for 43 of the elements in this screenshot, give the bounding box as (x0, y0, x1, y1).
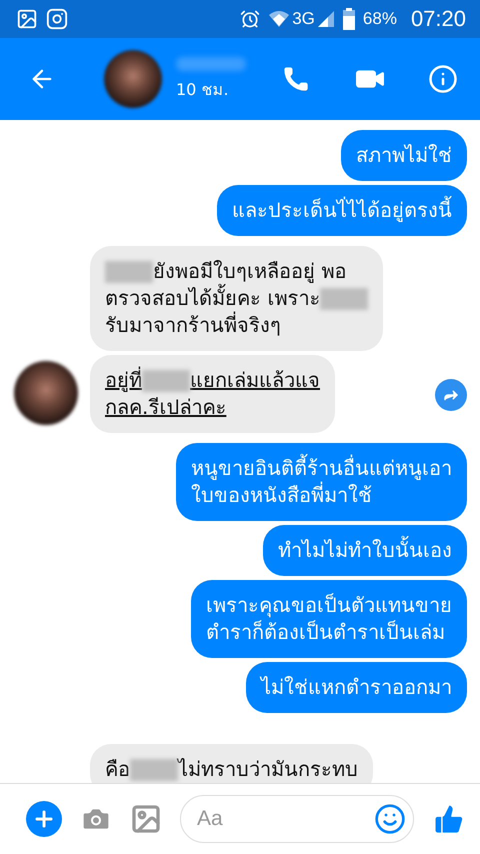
info-icon (428, 64, 458, 94)
alarm-icon (240, 9, 260, 29)
add-button[interactable] (26, 801, 62, 837)
contact-avatar[interactable] (14, 361, 78, 425)
call-button[interactable] (282, 65, 310, 93)
message-text: รับมาจากร้านพี่จริงๆ (105, 312, 281, 339)
message-text: ตรวจสอบได้มั้ยคะ เพราะ (105, 285, 320, 312)
blurred-name (176, 56, 246, 70)
battery-icon (342, 8, 355, 30)
message-text: หนูขายอินติตี้ร้านอื่นแต่หนูเอา (191, 455, 452, 482)
blurred-text (105, 260, 153, 282)
message-text: สภาพไม่ใช่ (356, 142, 452, 169)
message-text: เพราะคุณขอเป็นตัวแทนขาย (206, 592, 452, 619)
message-text: ไม่ใช่แหกตำราออกมา (261, 674, 452, 701)
instagram-icon (46, 8, 68, 30)
message-text: กลค.รีเปล่าคะ (105, 394, 226, 421)
last-active-time: 10 ชม. (176, 78, 230, 100)
image-icon (130, 803, 162, 835)
message-text: คือ (105, 756, 130, 783)
message-text: อยู่ที่ (105, 367, 142, 394)
message-field[interactable]: Aa (180, 795, 414, 843)
phone-icon (282, 65, 310, 93)
message-text: แยกเล่มแล้วแจ (190, 367, 320, 394)
blurred-text (142, 370, 190, 392)
gallery-icon (16, 8, 38, 30)
emoji-button[interactable] (374, 803, 406, 835)
message-text: ทำไมไม่ทำใบนั้นเอง (278, 537, 452, 564)
clock: 07:20 (410, 6, 466, 32)
message-text: ตำราก็ต้องเป็นตำราเป็นเล่ม (206, 619, 445, 646)
gallery-button[interactable] (130, 803, 162, 835)
blurred-text (130, 758, 178, 780)
smiley-icon (374, 803, 406, 835)
share-button[interactable] (435, 379, 467, 411)
signal-icon (316, 10, 335, 28)
message-text: ใบของหนังสือพี่มาใช้ (191, 482, 372, 509)
wifi-icon (268, 10, 290, 28)
network-type: 3G (292, 9, 315, 29)
blurred-text (320, 288, 368, 310)
message-text: ไม่ทราบว่ามันกระทบ (178, 756, 358, 783)
message-text: และประเด็นไ่ไได้อยู่ตรงนี้ (232, 197, 452, 224)
info-button[interactable] (428, 64, 458, 94)
message-text: ยังพอมีใบๆเหลืออยู่ พอ (153, 258, 346, 284)
battery-level: 68% (362, 9, 397, 29)
